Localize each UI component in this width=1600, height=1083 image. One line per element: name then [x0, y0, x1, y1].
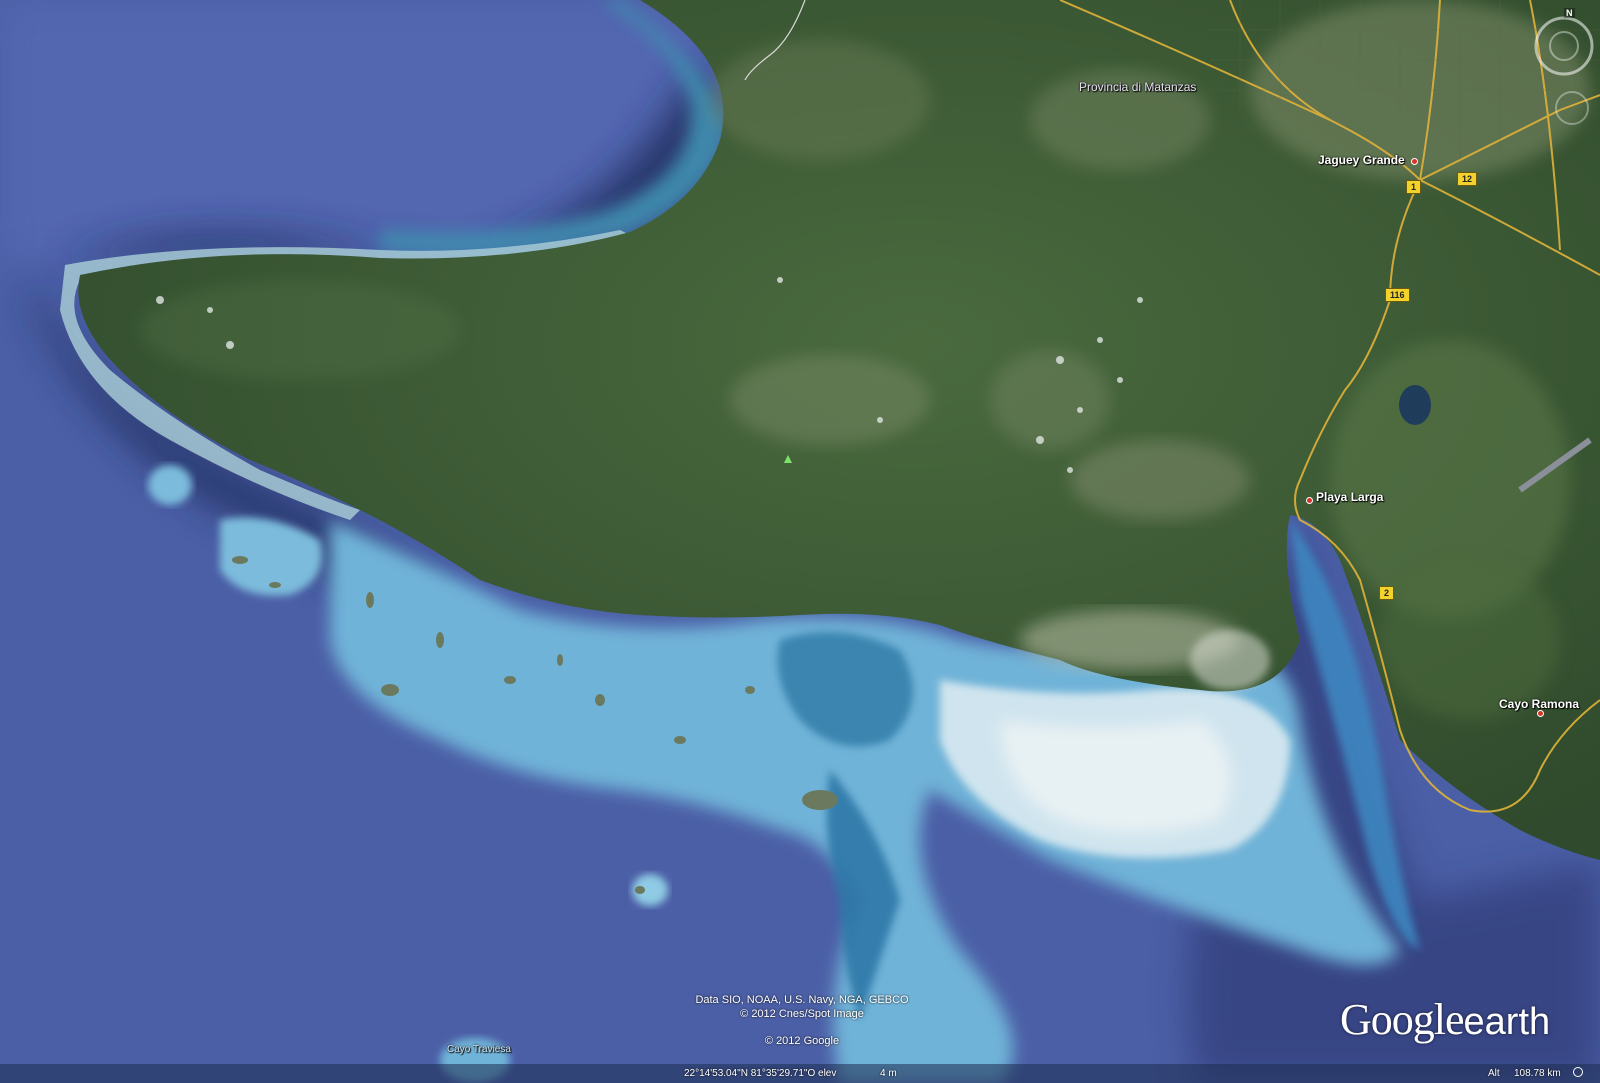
status-elevation: 4 m — [880, 1068, 897, 1079]
label-provincia[interactable]: Provincia di Matanzas — [1079, 80, 1196, 94]
city-marker-playa-larga[interactable] — [1306, 497, 1313, 504]
label-cayo-ramona[interactable]: Cayo Ramona — [1499, 697, 1579, 711]
route-shield-1: 1 — [1406, 180, 1422, 194]
google-earth-logo: Googleearth — [1340, 994, 1550, 1045]
status-coordinates: 22°14'53.04"N 81°35'29.71"O elev — [684, 1068, 837, 1079]
move-joystick-icon — [1555, 91, 1589, 125]
route-shield-12: 12 — [1457, 172, 1478, 186]
attribution-data: Data SIO, NOAA, U.S. Navy, NGA, GEBCO — [695, 994, 909, 1006]
attribution-google: © 2012 Google — [764, 1035, 840, 1047]
route-shield-116: 116 — [1385, 288, 1410, 302]
navigation-controls[interactable]: N — [1532, 8, 1594, 128]
label-playa-larga[interactable]: Playa Larga — [1316, 490, 1383, 504]
city-marker-cayo-ramona[interactable] — [1537, 710, 1544, 717]
status-alt-label: Alt — [1488, 1068, 1500, 1079]
city-marker-jaguey[interactable] — [1411, 158, 1418, 165]
label-cayo-traviesa[interactable]: Cayo Traviesa — [447, 1044, 511, 1055]
route-shield-2: 2 — [1379, 586, 1395, 600]
logo-earth-text: earth — [1463, 1001, 1551, 1043]
label-jaguey-grande[interactable]: Jaguey Grande — [1318, 153, 1405, 167]
look-ring-icon — [1534, 16, 1594, 76]
status-altitude: 108.78 km — [1514, 1068, 1561, 1079]
attribution-cnes: © 2012 Cnes/Spot Image — [740, 1008, 864, 1020]
map-viewport[interactable]: Provincia di Matanzas Jaguey Grande Play… — [0, 0, 1600, 1083]
north-indicator[interactable]: N — [1564, 8, 1575, 18]
streaming-indicator-icon — [1573, 1067, 1583, 1077]
logo-google-text: Google — [1340, 995, 1465, 1044]
